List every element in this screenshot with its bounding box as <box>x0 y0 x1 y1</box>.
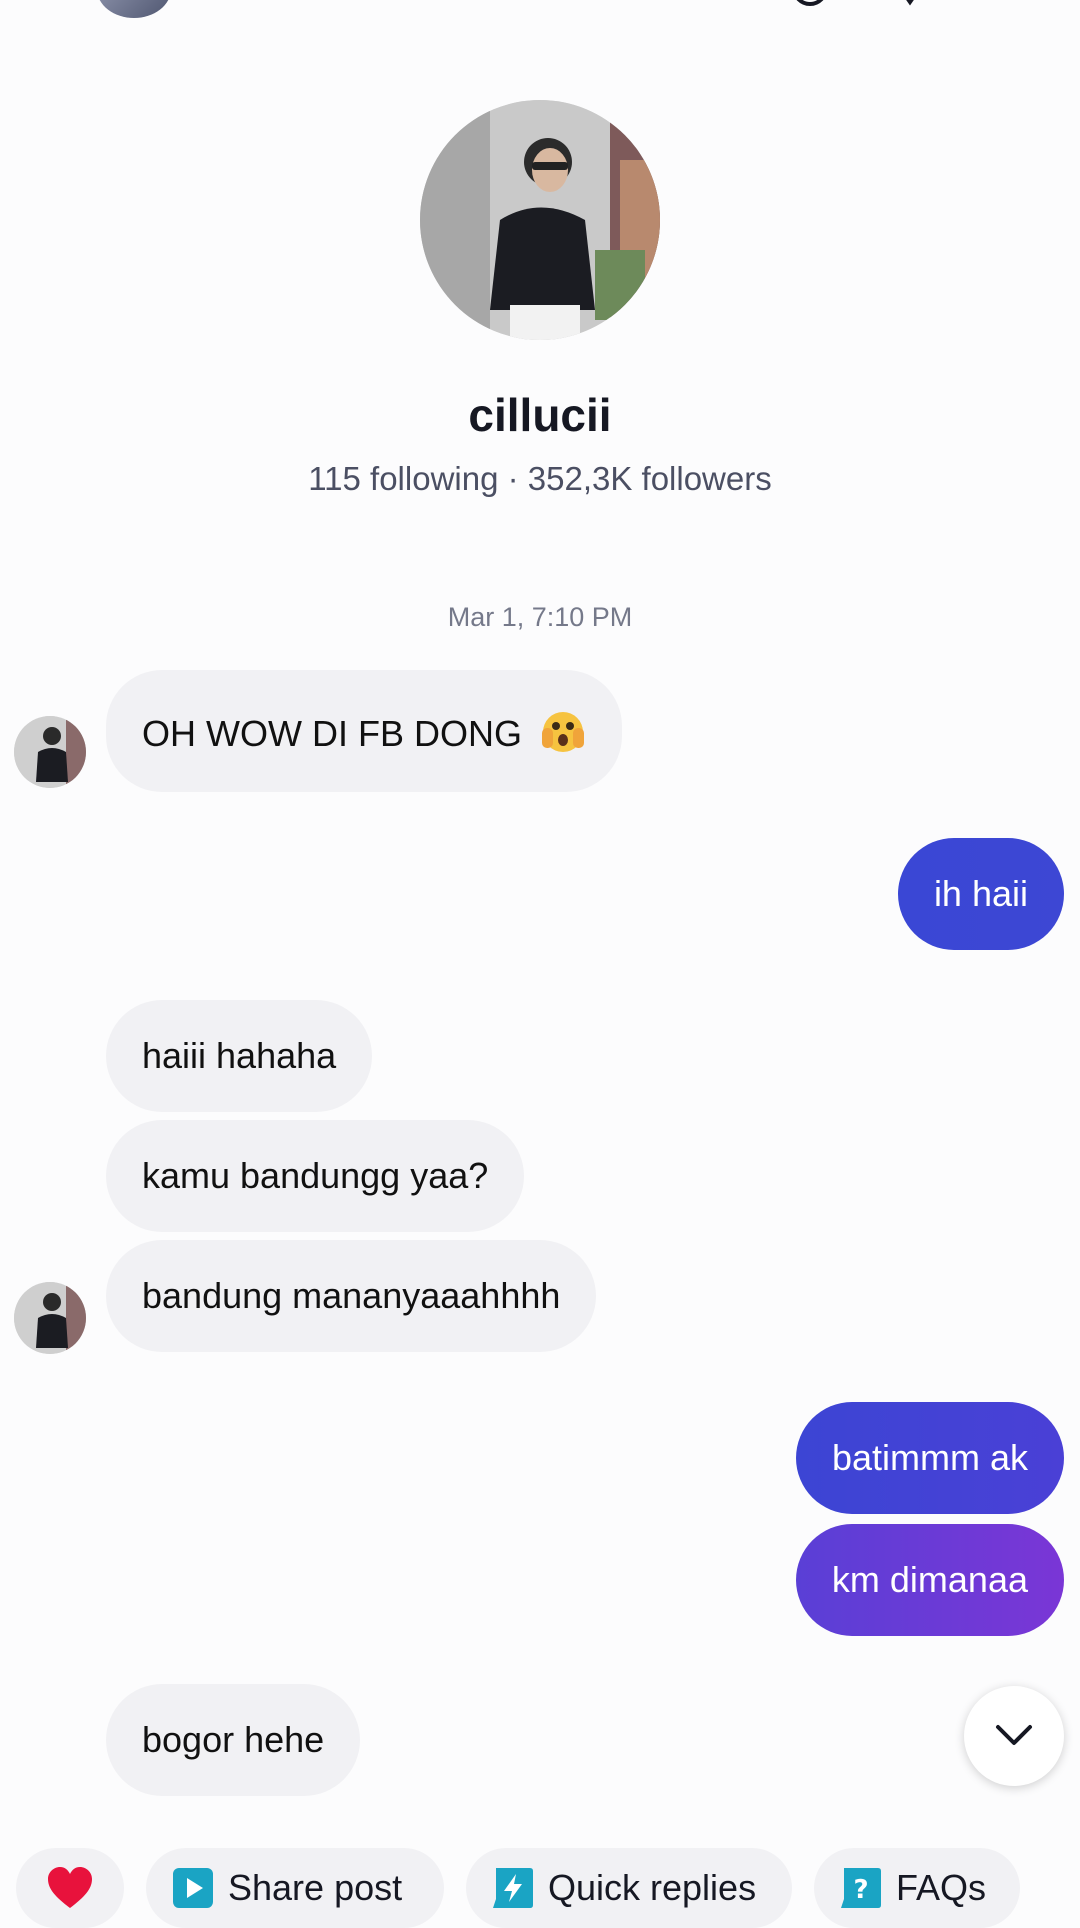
quick-actions-bar: Share post Quick replies ? FAQs <box>0 1838 1080 1928</box>
message-text: haiii hahaha <box>142 1035 337 1076</box>
quick-replies-chip[interactable]: Quick replies <box>466 1848 792 1928</box>
profile-photo <box>420 100 660 340</box>
flag-icon[interactable] <box>790 0 830 10</box>
top-avatar[interactable] <box>97 0 171 18</box>
chip-label: FAQs <box>896 1867 987 1908</box>
profile-name[interactable]: cillucii <box>0 388 1080 442</box>
more-icon[interactable] <box>890 0 930 10</box>
lightning-icon <box>493 1868 533 1908</box>
message-bubble-incoming[interactable]: OH WOW DI FB DONG <box>106 670 622 792</box>
profile-avatar[interactable] <box>420 100 660 340</box>
back-icon[interactable] <box>30 0 70 10</box>
contact-avatar[interactable] <box>14 1282 86 1354</box>
contact-avatar[interactable] <box>14 716 86 788</box>
message-bubble-outgoing[interactable]: ih haii <box>897 838 1064 950</box>
svg-text:?: ? <box>853 1875 868 1905</box>
faqs-chip[interactable]: ? FAQs <box>814 1848 1020 1928</box>
message-text: ih haii <box>933 873 1028 914</box>
chevron-down-icon <box>996 1725 1032 1745</box>
shocked-face-emoji-icon <box>541 712 584 752</box>
message-text: km dimanaa <box>831 1559 1028 1600</box>
chip-label: Quick replies <box>548 1867 757 1908</box>
message-text: bandung mananyaaahhhh <box>142 1275 561 1316</box>
message-text: bogor hehe <box>142 1719 325 1760</box>
profile-header: cillucii 115 following · 352,3K follower… <box>0 100 1080 498</box>
profile-stats: 115 following · 352,3K followers <box>308 460 772 497</box>
top-bar <box>0 0 1080 30</box>
chat-timestamp: Mar 1, 7:10 PM <box>447 602 633 632</box>
message-bubble-incoming[interactable]: haiii hahaha <box>106 1000 373 1112</box>
message-text: kamu bandungg yaa? <box>142 1155 489 1196</box>
message-bubble-outgoing[interactable]: km dimanaa <box>795 1524 1064 1636</box>
like-chip[interactable] <box>16 1848 124 1928</box>
scroll-to-bottom-button[interactable] <box>964 1686 1064 1786</box>
play-icon <box>173 1868 213 1908</box>
heart-icon <box>48 1867 92 1908</box>
message-text: batimmm ak <box>831 1437 1028 1478</box>
chip-label: Share post <box>228 1867 403 1908</box>
message-bubble-incoming[interactable]: kamu bandungg yaa? <box>106 1120 525 1232</box>
message-bubble-incoming[interactable]: bogor hehe <box>106 1684 361 1796</box>
message-bubble-incoming[interactable]: bandung mananyaaahhhh <box>106 1240 597 1352</box>
question-icon: ? <box>841 1868 881 1908</box>
share-post-chip[interactable]: Share post <box>146 1848 444 1928</box>
message-text: OH WOW DI FB DONG <box>142 713 522 754</box>
message-bubble-outgoing[interactable]: batimmm ak <box>795 1402 1064 1514</box>
